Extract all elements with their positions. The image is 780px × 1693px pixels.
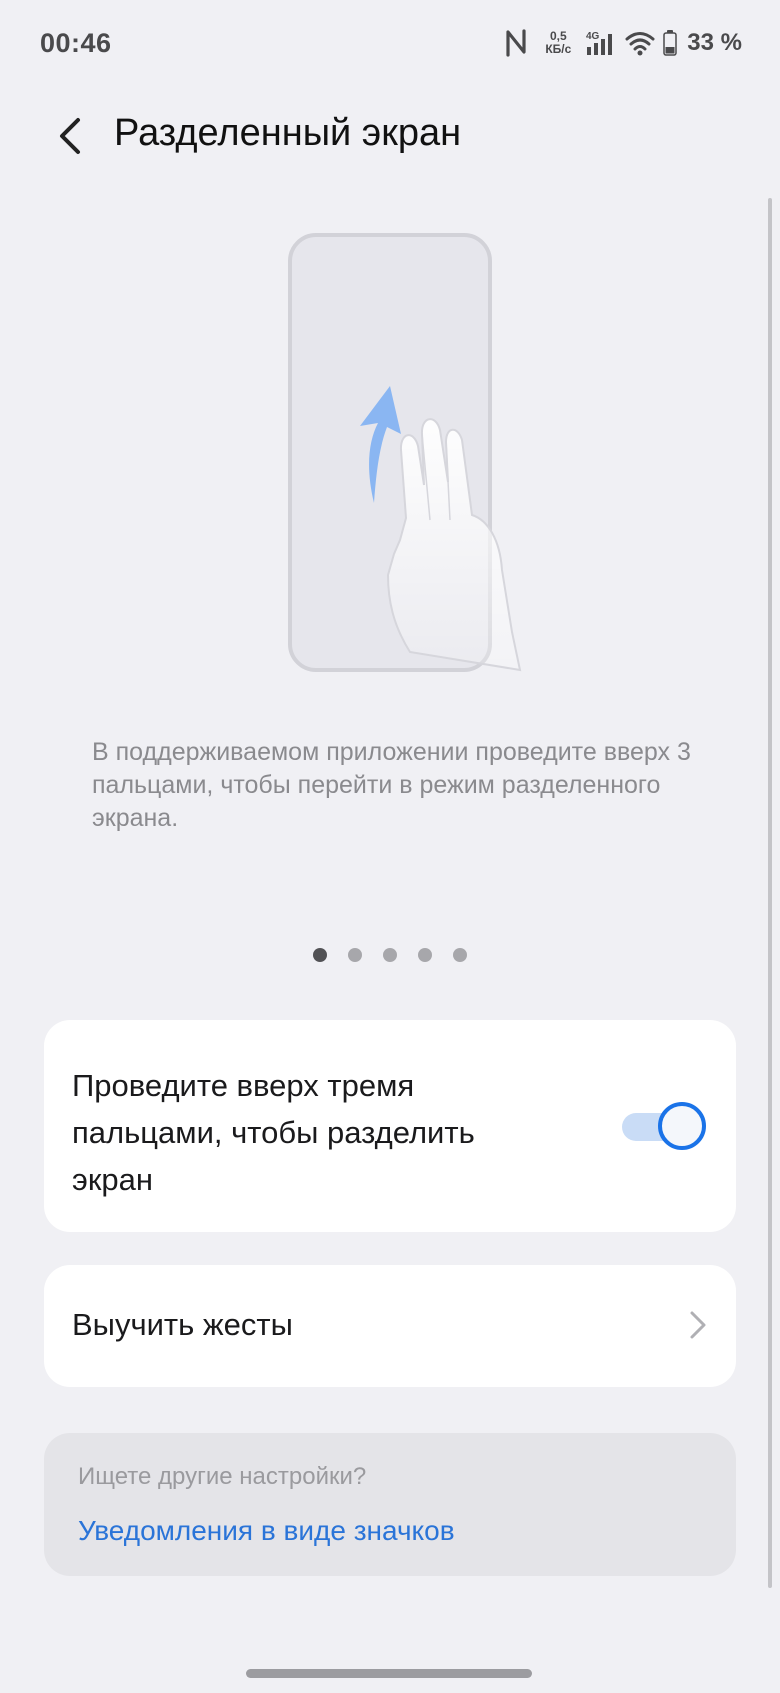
network-speed: 0,5 КБ/с — [545, 30, 571, 56]
page-dot-5[interactable] — [453, 948, 467, 962]
three-finger-split-toggle[interactable] — [618, 1102, 706, 1150]
signal-icon: 4G — [586, 31, 613, 55]
learn-gestures-item[interactable]: Выучить жесты — [44, 1265, 736, 1387]
nfc-icon — [506, 29, 526, 57]
chevron-right-icon — [690, 1311, 706, 1339]
badge-notifications-link[interactable]: Уведомления в виде значков — [78, 1515, 455, 1547]
three-finger-swipe-illustration — [288, 233, 522, 672]
battery-icon — [663, 30, 678, 56]
page-dot-3[interactable] — [383, 948, 397, 962]
speed-unit: КБ/с — [545, 42, 572, 56]
home-indicator[interactable] — [246, 1669, 532, 1678]
learn-gestures-label: Выучить жесты — [72, 1307, 293, 1342]
three-finger-split-label: Проведите вверх тремя пальцами, чтобы ра… — [72, 1068, 475, 1197]
wifi-icon — [625, 32, 655, 56]
page-dot-4[interactable] — [418, 948, 432, 962]
page-dot-2[interactable] — [348, 948, 362, 962]
chevron-left-icon[interactable] — [50, 114, 90, 158]
status-icons: 0,5 КБ/с 4G 33 % — [503, 26, 742, 60]
other-settings-card: Ищете другие настройки? Уведомления в ви… — [44, 1433, 736, 1576]
battery-percent: 33 % — [687, 29, 742, 56]
toggle-knob — [658, 1102, 706, 1150]
other-settings-hint: Ищете другие настройки? — [78, 1463, 367, 1490]
page-dot-1[interactable] — [313, 948, 327, 962]
page-title: Разделенный экран — [114, 112, 462, 154]
page-indicator[interactable] — [0, 948, 780, 962]
network-type: 4G — [586, 31, 600, 42]
status-bar: 00:46 0,5 КБ/с 4G 33 % — [0, 0, 780, 90]
three-finger-split-card[interactable]: Проведите вверх тремя пальцами, чтобы ра… — [44, 1020, 736, 1232]
scrollbar[interactable] — [768, 198, 772, 1588]
header: Разделенный экран — [0, 100, 780, 172]
hand-icon — [386, 418, 522, 672]
tutorial-description: В поддерживаемом приложении проведите вв… — [92, 738, 691, 832]
status-time: 00:46 — [40, 28, 112, 58]
